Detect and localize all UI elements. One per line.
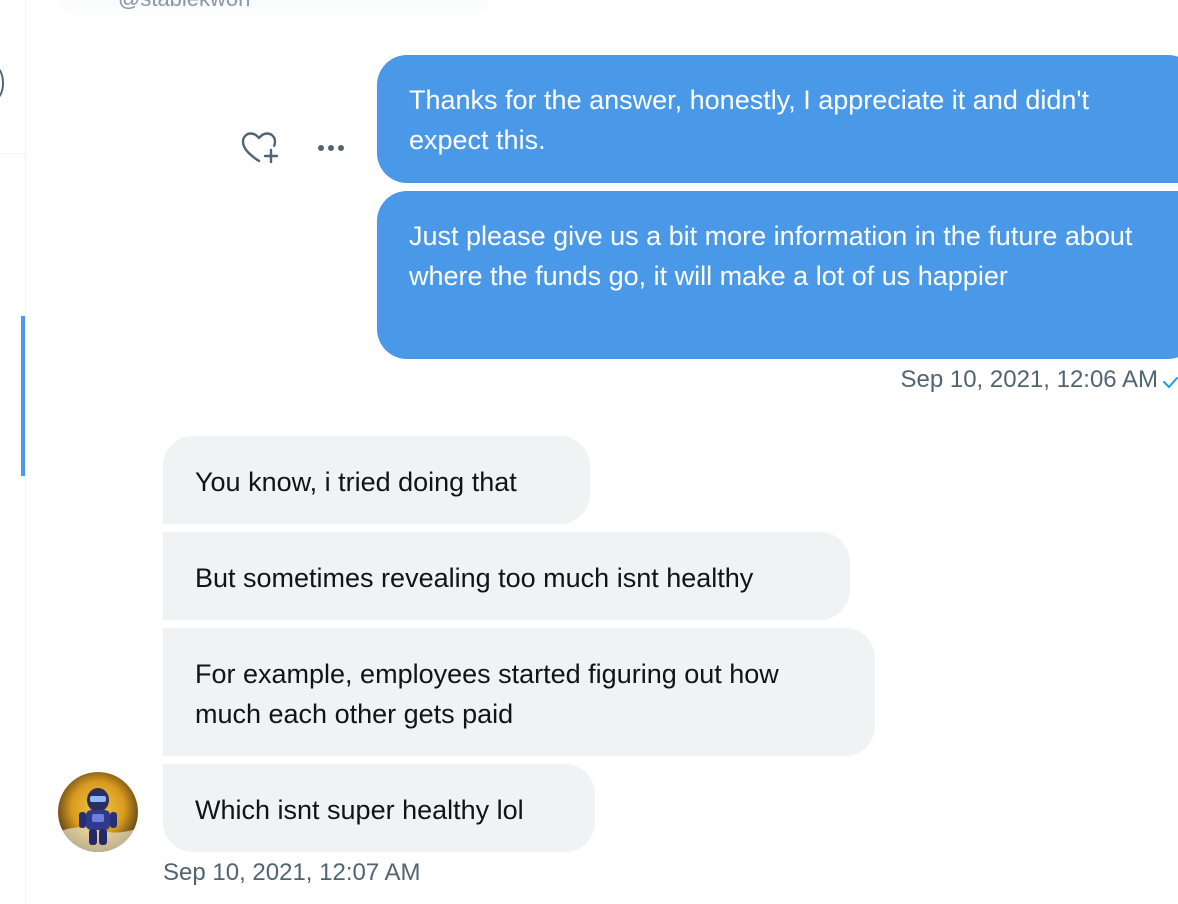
received-timestamp: Sep 10, 2021, 12:07 AM [163, 859, 421, 886]
sidebar-icon-fragment[interactable] [0, 66, 4, 100]
received-message[interactable]: Which isnt super healthy lol [163, 764, 595, 852]
user-handle: @stablekwon [118, 0, 250, 12]
pane-divider [25, 0, 26, 904]
sent-message[interactable]: Thanks for the answer, honestly, I appre… [377, 55, 1178, 183]
received-message[interactable]: For example, employees started figuring … [163, 628, 875, 756]
dm-conversation: @stablekwon Thanks for the answer, hones… [0, 0, 1178, 904]
sidebar-divider [0, 153, 25, 154]
check-icon [1162, 372, 1178, 397]
received-message[interactable]: You know, i tried doing that [163, 436, 590, 524]
more-icon[interactable] [316, 128, 350, 173]
sent-message[interactable]: Just please give us a bit more informati… [377, 191, 1178, 359]
avatar[interactable] [58, 772, 138, 852]
sent-timestamp: Sep 10, 2021, 12:06 AM [900, 366, 1158, 393]
heart-plus-icon[interactable] [238, 128, 282, 173]
received-message[interactable]: But sometimes revealing too much isnt he… [163, 532, 850, 620]
